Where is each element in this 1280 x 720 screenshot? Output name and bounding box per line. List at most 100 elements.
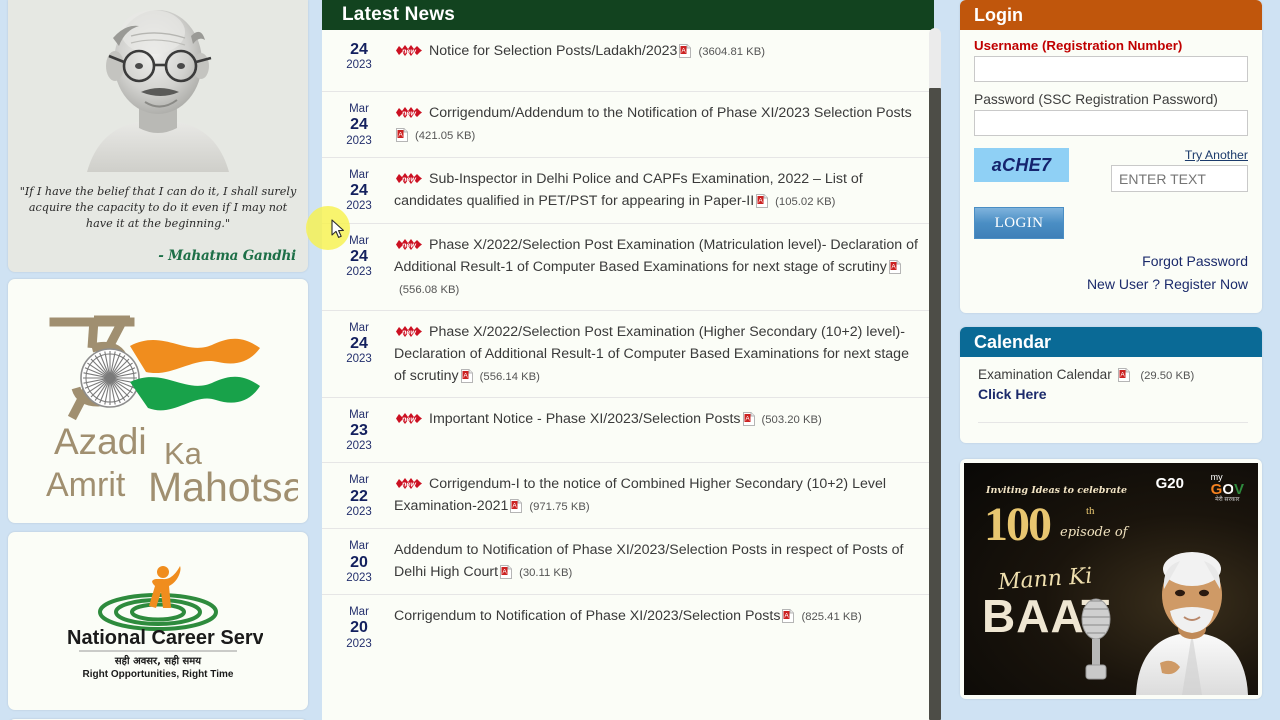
- pdf-icon[interactable]: A: [396, 128, 408, 142]
- news-item-body: new Phase X/2022/Selection Post Examinati…: [384, 233, 920, 301]
- new-badge-icon: new: [396, 325, 422, 337]
- banner-ordinal: th: [1086, 505, 1095, 517]
- svg-text:Mahotsav: Mahotsav: [148, 464, 298, 506]
- pdf-icon[interactable]: A: [679, 44, 692, 58]
- calendar-click-here-link[interactable]: Click Here: [978, 386, 1248, 402]
- news-date-year: 2023: [346, 353, 372, 366]
- svg-text:new: new: [402, 414, 416, 423]
- try-another-captcha-link[interactable]: Try Another: [1111, 148, 1248, 162]
- azadi-ka-amrit-mahotsav-card[interactable]: Azadi Ka Amrit Mahotsav: [8, 279, 308, 523]
- svg-text:A: A: [1120, 372, 1125, 379]
- news-item[interactable]: Mar 24 2023 new Sub-Inspector in Delhi Polic…: [322, 158, 934, 224]
- news-date-day: 22: [350, 487, 368, 505]
- news-date-month: Mar: [349, 606, 369, 619]
- news-item-title[interactable]: Phase X/2022/Selection Post Examination …: [394, 237, 918, 275]
- news-item-title[interactable]: Addendum to Notification of Phase XI/202…: [394, 542, 903, 580]
- news-date-month: Mar: [349, 540, 369, 553]
- pdf-icon[interactable]: A: [500, 565, 513, 580]
- mann-ki-baat-banner[interactable]: Inviting Ideas to celebrate 100 th episo…: [960, 459, 1262, 699]
- password-input[interactable]: [974, 110, 1248, 136]
- news-item-body: new Important Notice - Phase XI/2023/Sele…: [384, 407, 920, 431]
- news-item-size: (421.05 KB): [415, 130, 476, 142]
- forgot-password-link[interactable]: Forgot Password: [974, 253, 1248, 269]
- mann-ki-baat-image: Inviting Ideas to celebrate 100 th episo…: [964, 463, 1258, 695]
- news-item-date: Mar 22 2023: [334, 472, 384, 519]
- calendar-divider: [978, 422, 1248, 423]
- news-item-title[interactable]: Important Notice - Phase XI/2023/Selecti…: [429, 411, 741, 427]
- svg-text:A: A: [398, 132, 403, 139]
- news-date-month: Mar: [349, 474, 369, 487]
- news-item-title[interactable]: Corrigendum/Addendum to the Notification…: [429, 105, 912, 121]
- password-label: Password (SSC Registration Password): [974, 92, 1218, 107]
- news-item-body: new Sub-Inspector in Delhi Police and CAP…: [384, 167, 920, 213]
- page-root: "If I have the belief that I can do it, …: [0, 0, 1280, 720]
- news-item[interactable]: Mar 24 2023 new Phase X/2022/Selection Post …: [322, 311, 934, 398]
- pdf-icon[interactable]: A: [460, 368, 473, 383]
- svg-text:A: A: [745, 415, 750, 422]
- news-date-month: Mar: [349, 103, 369, 115]
- pdf-icon[interactable]: A: [510, 499, 523, 514]
- news-date-month: Mar: [349, 168, 369, 181]
- login-button[interactable]: LOGIN: [974, 207, 1064, 239]
- svg-text:A: A: [463, 372, 468, 379]
- news-item-body: new Corrigendum-I to the notice of Combin…: [384, 472, 920, 518]
- pdf-icon[interactable]: A: [1117, 368, 1130, 382]
- news-item[interactable]: Mar 22 2023 new Corrigendum-I to the notice …: [322, 463, 934, 530]
- examination-calendar-label: Examination Calendar: [978, 367, 1112, 382]
- news-item-date: Mar 20 2023: [334, 604, 384, 651]
- news-item-date: Mar 24 2023: [334, 233, 384, 280]
- svg-text:सही अवसर, सही समय: सही अवसर, सही समय: [114, 654, 202, 667]
- right-sidebar: Login Username (Registration Number) Pas…: [960, 0, 1262, 699]
- new-badge-icon: new: [396, 412, 422, 424]
- pdf-icon[interactable]: A: [782, 609, 795, 624]
- calendar-panel-header: Calendar: [960, 327, 1262, 357]
- news-item-size: (971.75 KB): [529, 501, 590, 514]
- news-item-size: (556.08 KB): [399, 283, 460, 296]
- svg-text:new: new: [402, 109, 416, 118]
- banner-episode-number: 100: [984, 498, 1052, 551]
- banner-invite-text: Inviting Ideas to celebrate: [986, 485, 1128, 496]
- news-item-body: Addendum to Notification of Phase XI/202…: [384, 538, 920, 584]
- svg-text:A: A: [513, 503, 518, 510]
- pdf-icon[interactable]: A: [888, 259, 901, 274]
- svg-text:new: new: [402, 47, 416, 56]
- pdf-icon[interactable]: A: [756, 193, 769, 208]
- news-item-date: Mar 20 2023: [334, 538, 384, 585]
- news-item-date: Mar 24 2023: [334, 167, 384, 214]
- mygov-logo: my GOV मेरी सरकार: [1211, 473, 1244, 504]
- captcha-image: aCHE7: [974, 148, 1069, 182]
- news-item-title[interactable]: Corrigendum-I to the notice of Combined …: [394, 476, 886, 514]
- pdf-icon[interactable]: A: [742, 411, 755, 426]
- national-career-service-logo-icon: National Career Service सही अवसर, सही सम…: [67, 566, 263, 680]
- news-item[interactable]: Mar 23 2023 new Important Notice - Phase XI/…: [322, 398, 934, 464]
- register-now-link[interactable]: New User ? Register Now: [974, 276, 1248, 292]
- news-item[interactable]: 24 2023 new Notice for Selection Posts/Lada…: [322, 30, 934, 92]
- news-item[interactable]: Mar 24 2023 new Corrigendum/Addendum to the …: [322, 92, 934, 158]
- national-career-service-card[interactable]: National Career Service सही अवसर, सही सम…: [8, 532, 308, 710]
- news-item-title[interactable]: Corrigendum to Notification of Phase XI/…: [394, 608, 780, 624]
- news-date-day: 20: [350, 619, 368, 637]
- mahatma-gandhi-portrait-icon: [73, 0, 243, 172]
- news-item[interactable]: Mar 24 2023 new Phase X/2022/Selection Post …: [322, 224, 934, 311]
- news-item[interactable]: Mar 20 2023 Addendum to Notification of Pha…: [322, 529, 934, 596]
- username-input[interactable]: [974, 56, 1248, 82]
- news-date-day: 24: [350, 116, 368, 134]
- news-item-title[interactable]: Notice for Selection Posts/Ladakh/2023: [429, 43, 677, 59]
- gandhi-quote-text: "If I have the belief that I can do it, …: [19, 185, 297, 231]
- login-panel: Login Username (Registration Number) Pas…: [960, 0, 1262, 313]
- news-date-year: 2023: [346, 266, 372, 279]
- news-date-year: 2023: [346, 571, 372, 584]
- news-date-year: 2023: [346, 506, 372, 519]
- new-badge-icon: new: [396, 172, 422, 184]
- news-item-date: Mar 24 2023: [334, 320, 384, 367]
- scrollbar-track-top: [929, 28, 941, 88]
- page-scrollbar-thumb[interactable]: [929, 88, 941, 720]
- news-item-size: (105.02 KB): [775, 195, 836, 208]
- gandhi-quote-card: "If I have the belief that I can do it, …: [8, 0, 308, 272]
- news-date-year: 2023: [346, 637, 372, 650]
- news-item-size: (3604.81 KB): [698, 46, 766, 58]
- news-item-body: new Corrigendum/Addendum to the Notificat…: [384, 101, 920, 147]
- news-item[interactable]: Mar 20 2023 Corrigendum to Notification of …: [322, 595, 934, 660]
- news-item-date: Mar 24 2023: [334, 101, 384, 148]
- captcha-input[interactable]: [1111, 165, 1248, 192]
